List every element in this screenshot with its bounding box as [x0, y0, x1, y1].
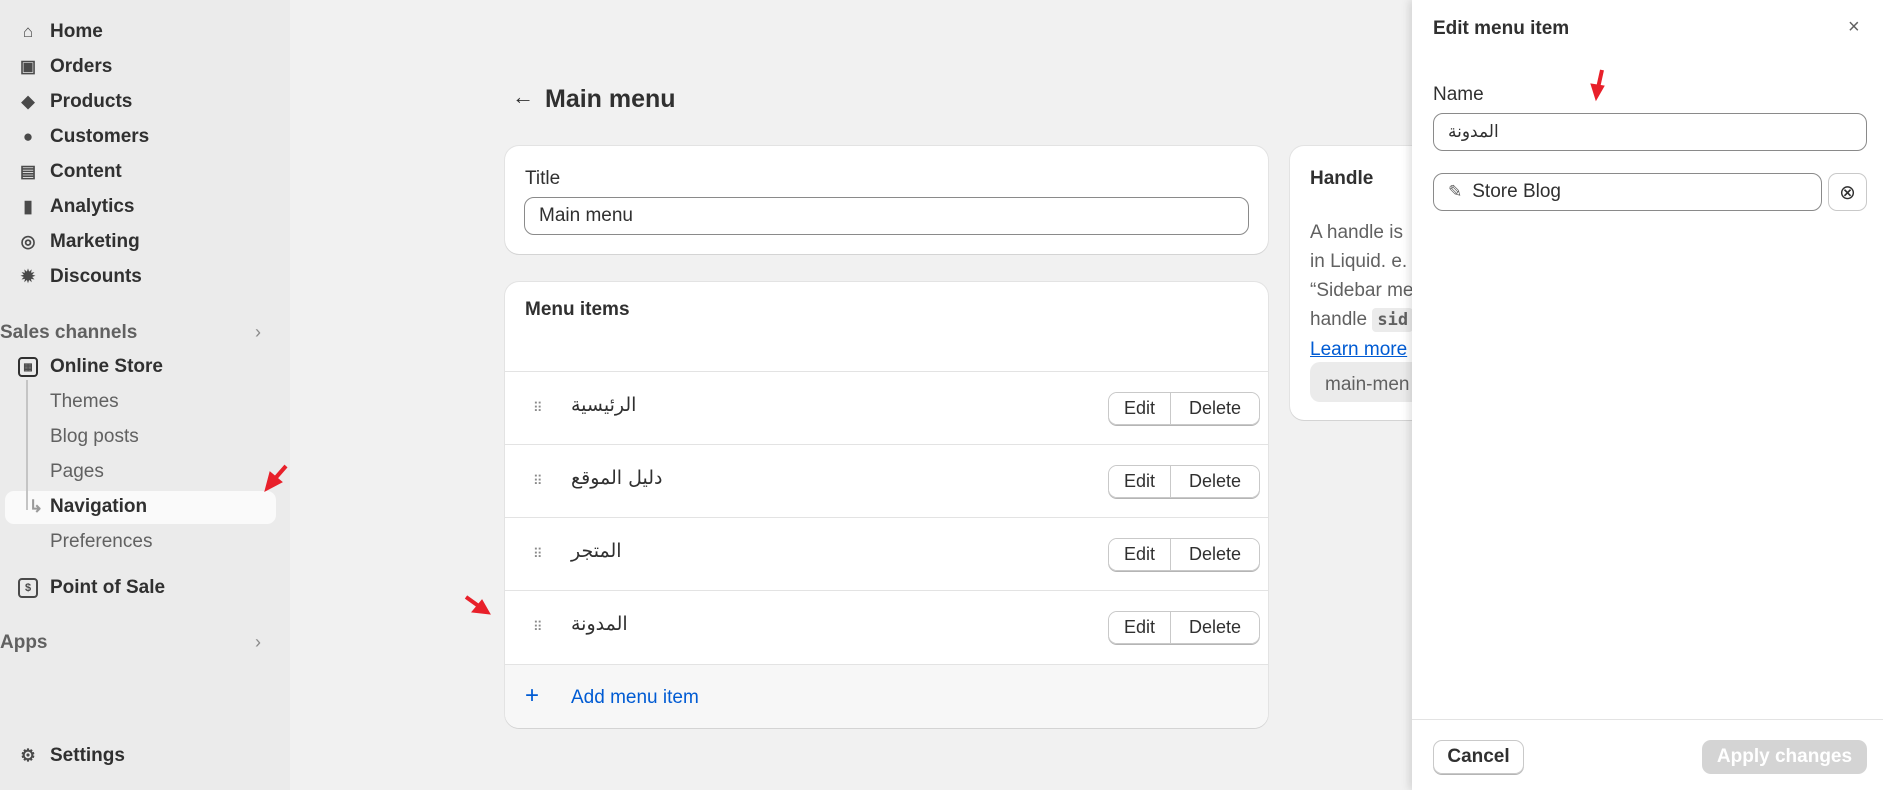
annotation-arrow — [464, 595, 491, 615]
annotation-arrows — [264, 69, 1605, 615]
annotation-arrow — [1590, 69, 1605, 102]
annotation-arrow — [264, 464, 288, 492]
